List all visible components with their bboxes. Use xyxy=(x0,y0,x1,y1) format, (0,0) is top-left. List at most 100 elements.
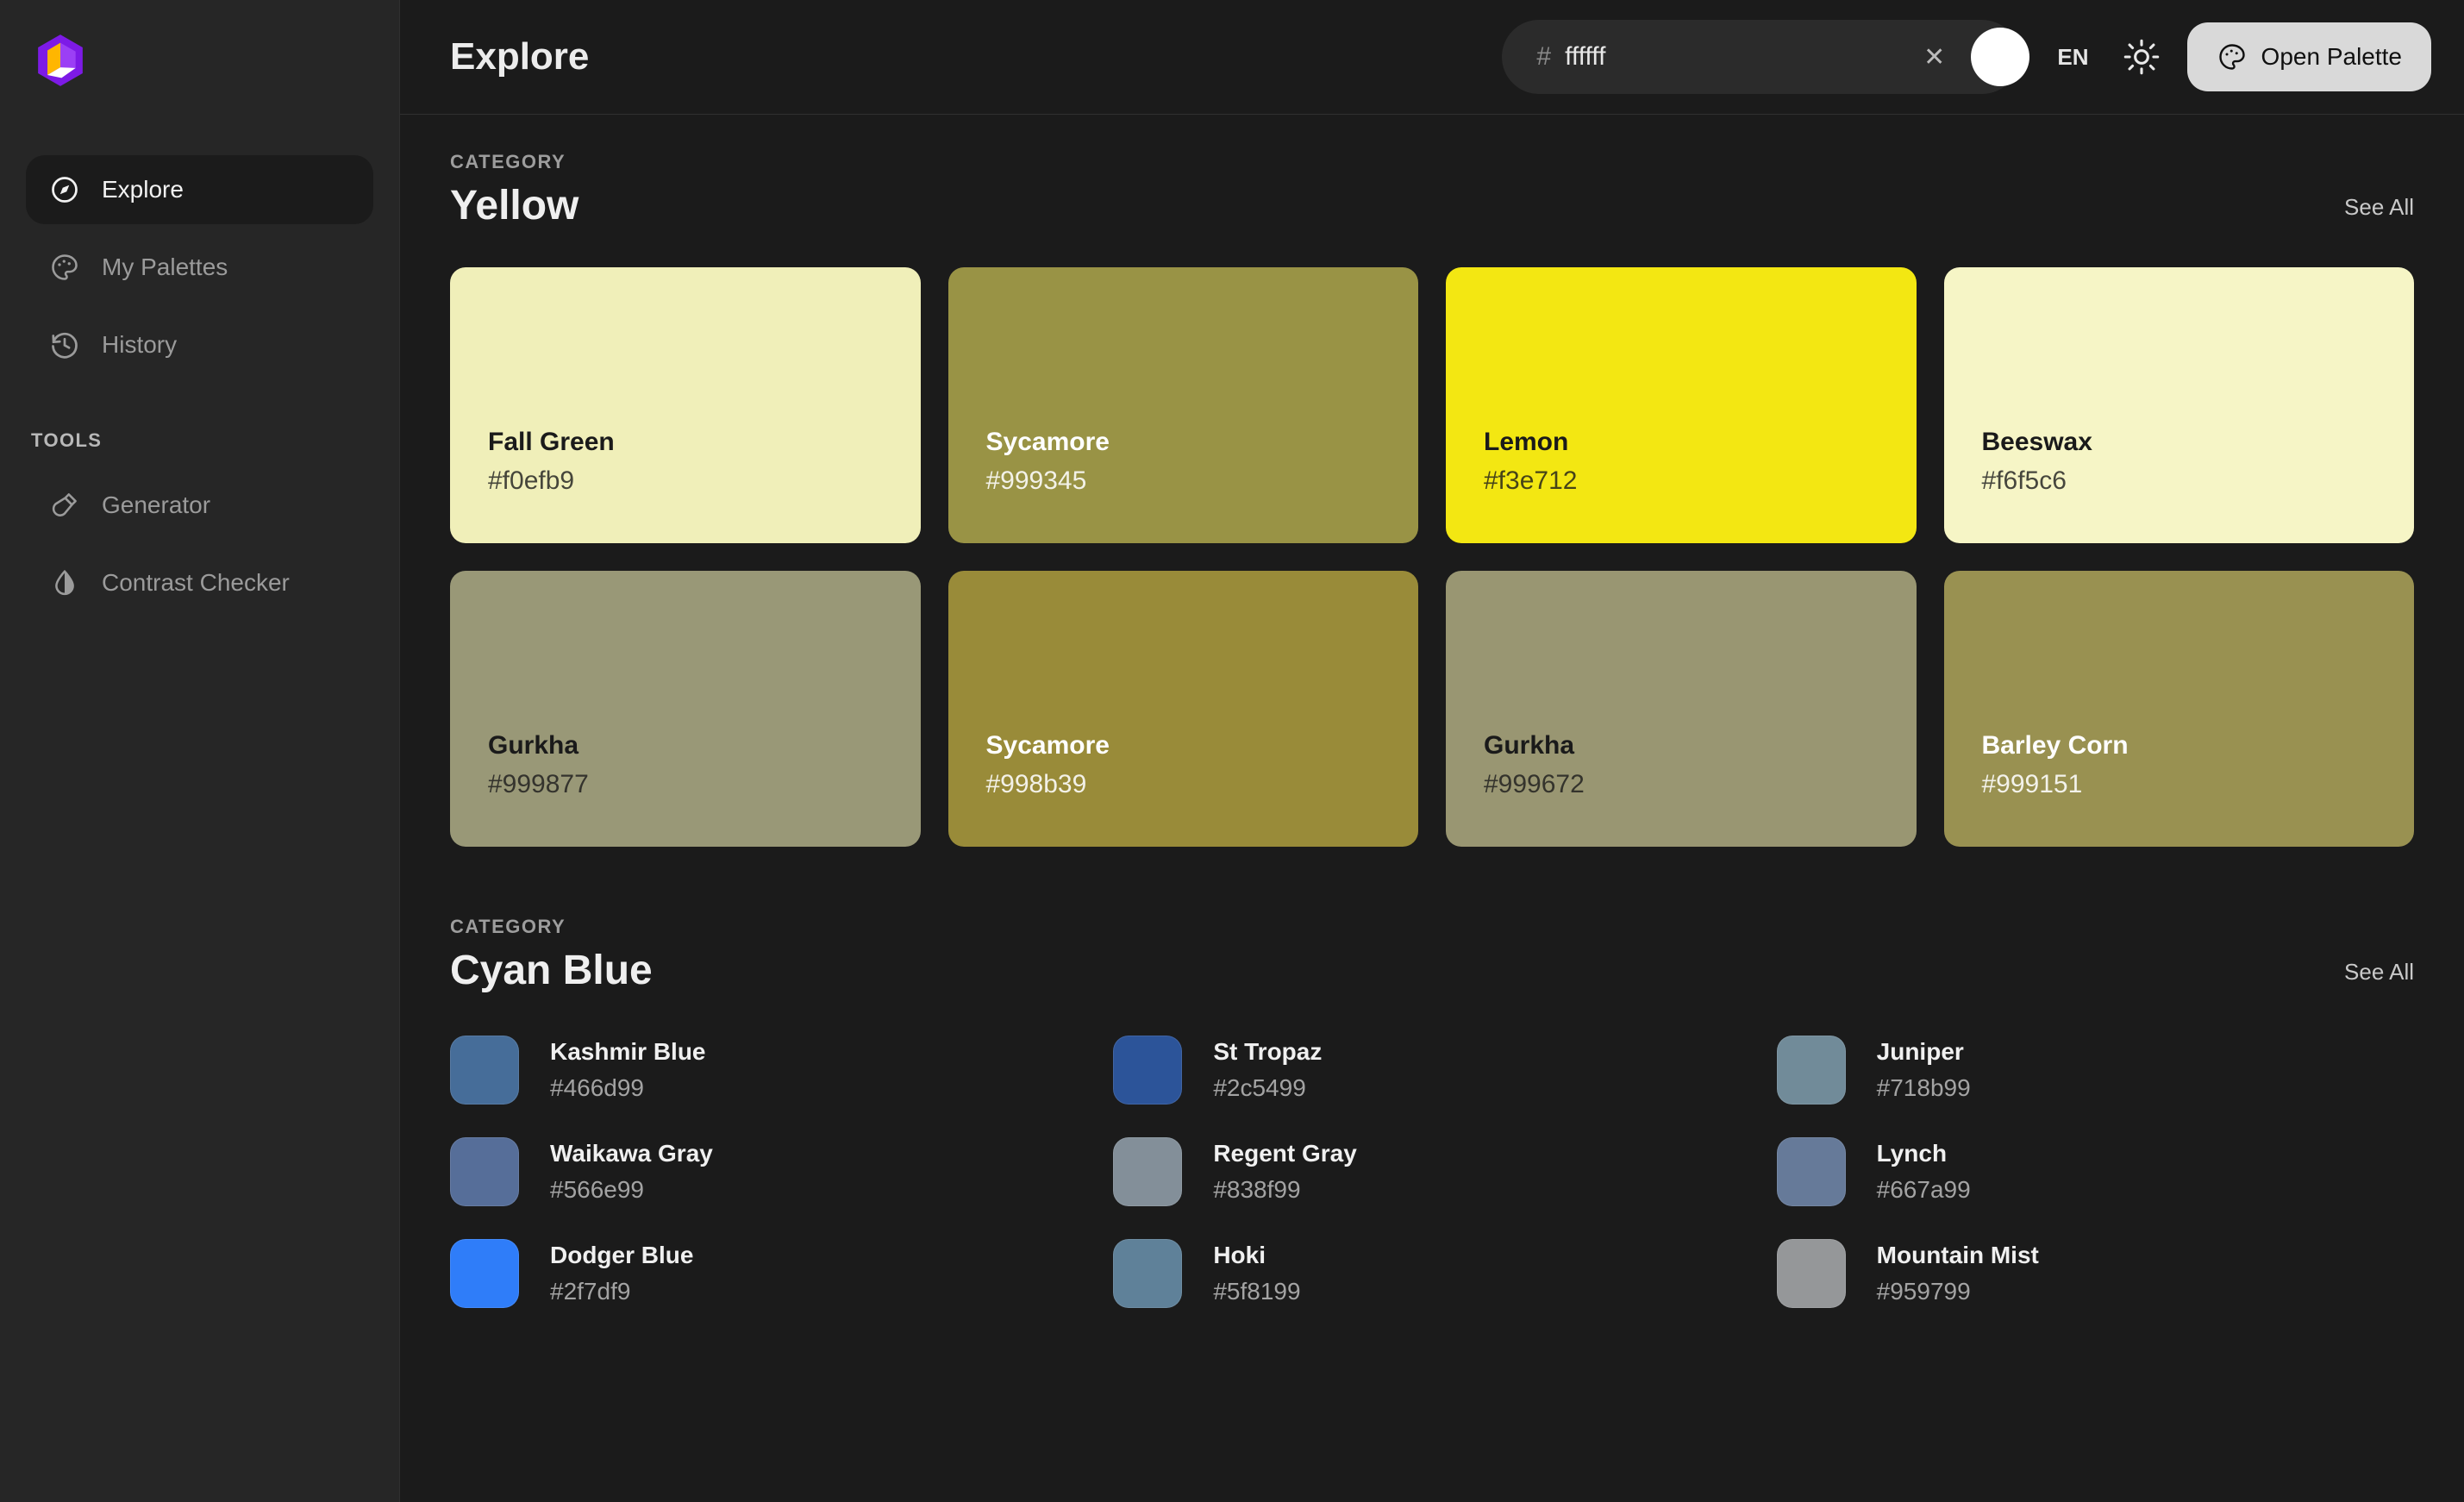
color-search-field[interactable]: # ✕ xyxy=(1502,20,2030,94)
color-card[interactable]: Lemon #f3e712 xyxy=(1446,267,1917,543)
main-content: Explore # ✕ EN xyxy=(400,0,2464,1502)
open-palette-button[interactable]: Open Palette xyxy=(2186,22,2431,91)
color-list-hex: #838f99 xyxy=(1213,1176,1301,1203)
primary-nav: Explore My Palettes History xyxy=(0,155,399,379)
color-card[interactable]: Gurkha #999877 xyxy=(450,571,921,847)
category-label: CATEGORY xyxy=(450,916,566,937)
color-swatch-preview[interactable] xyxy=(1971,28,2030,86)
sidebar-item-label: Generator xyxy=(102,491,211,518)
color-card[interactable]: Fall Green #f0efb9 xyxy=(450,267,921,543)
color-chip xyxy=(450,1137,519,1206)
color-list-item[interactable]: St Tropaz #2c5499 xyxy=(1113,1036,1750,1105)
color-list-item[interactable]: Kashmir Blue #466d99 xyxy=(450,1036,1087,1105)
color-card[interactable]: Barley Corn #999151 xyxy=(1943,571,2414,847)
color-card-hex: #f0efb9 xyxy=(488,466,575,495)
color-list-item[interactable]: Mountain Mist #959799 xyxy=(1776,1239,2414,1308)
color-list-hex: #566e99 xyxy=(550,1176,645,1203)
color-card[interactable]: Sycamore #999345 xyxy=(947,267,1418,543)
see-all-link[interactable]: See All xyxy=(2344,194,2414,229)
tools-section-label: TOOLS xyxy=(31,429,103,451)
logo-container[interactable] xyxy=(0,0,399,138)
category-name: Yellow xyxy=(450,183,579,228)
hash-prefix: # xyxy=(1536,42,1552,71)
color-card-hex: #f3e712 xyxy=(1484,466,1578,495)
color-card-hex: #f6f5c6 xyxy=(1981,466,2067,495)
color-chip xyxy=(1776,1239,1846,1308)
section-header: CATEGORY Cyan Blue See All xyxy=(450,916,2414,994)
color-card[interactable]: Gurkha #999672 xyxy=(1446,571,1917,847)
color-list-hex: #2f7df9 xyxy=(550,1278,631,1305)
color-list-text: Waikawa Gray #566e99 xyxy=(550,1140,713,1204)
color-list-name: Regent Gray xyxy=(1213,1140,1357,1167)
color-list-item[interactable]: Regent Gray #838f99 xyxy=(1113,1137,1750,1206)
color-list-text: St Tropaz #2c5499 xyxy=(1213,1038,1322,1102)
color-card-name: Sycamore xyxy=(985,428,1110,456)
color-card-name: Gurkha xyxy=(488,731,579,760)
section-yellow: CATEGORY Yellow See All Fall Green #f0efb… xyxy=(450,115,2414,847)
color-list-grid: Kashmir Blue #466d99 St Tropaz #2c5499 Junip… xyxy=(450,1036,2414,1308)
palette-icon xyxy=(48,251,81,284)
sidebar-item-label: History xyxy=(102,331,178,358)
color-list-hex: #5f8199 xyxy=(1213,1278,1301,1305)
color-list-name: St Tropaz xyxy=(1213,1038,1323,1065)
color-card-hex: #999672 xyxy=(1484,769,1585,798)
color-list-item[interactable]: Dodger Blue #2f7df9 xyxy=(450,1239,1087,1308)
color-list-name: Kashmir Blue xyxy=(550,1038,706,1065)
open-palette-label: Open Palette xyxy=(2261,43,2402,70)
brush-icon xyxy=(48,489,81,522)
color-card-hex: #999151 xyxy=(1981,769,2083,798)
color-card[interactable]: Sycamore #998b39 xyxy=(947,571,1418,847)
color-list-name: Waikawa Gray xyxy=(550,1140,713,1167)
sidebar-item-label: Contrast Checker xyxy=(102,569,290,596)
sidebar-item-label: My Palettes xyxy=(102,253,228,280)
color-chip xyxy=(1776,1137,1846,1206)
color-chip xyxy=(1113,1137,1183,1206)
color-chip xyxy=(1113,1239,1183,1308)
sidebar-item-generator[interactable]: Generator xyxy=(26,471,373,540)
sidebar-item-explore[interactable]: Explore xyxy=(26,155,373,224)
color-list-hex: #718b99 xyxy=(1876,1074,1971,1101)
color-list-name: Juniper xyxy=(1876,1038,1964,1065)
color-card-hex: #999877 xyxy=(488,769,589,798)
language-selector[interactable]: EN xyxy=(2035,44,2111,71)
color-card[interactable]: Beeswax #f6f5c6 xyxy=(1943,267,2414,543)
color-list-item[interactable]: Waikawa Gray #566e99 xyxy=(450,1137,1087,1206)
hex-color-input[interactable] xyxy=(1565,42,1898,72)
color-list-hex: #667a99 xyxy=(1876,1176,1971,1203)
color-chip xyxy=(450,1036,519,1105)
sidebar: Explore My Palettes History TOOLS Genera… xyxy=(0,0,400,1502)
color-list-hex: #2c5499 xyxy=(1213,1074,1306,1101)
color-card-name: Fall Green xyxy=(488,428,615,456)
color-list-text: Juniper #718b99 xyxy=(1877,1038,1971,1102)
color-list-text: Hoki #5f8199 xyxy=(1213,1242,1300,1305)
close-icon[interactable]: ✕ xyxy=(1911,42,1957,72)
see-all-link[interactable]: See All xyxy=(2344,959,2414,994)
color-list-item[interactable]: Juniper #718b99 xyxy=(1776,1036,2414,1105)
sidebar-item-label: Explore xyxy=(102,176,184,203)
app-root: Explore My Palettes History TOOLS Genera… xyxy=(0,0,2464,1502)
color-list-text: Kashmir Blue #466d99 xyxy=(550,1038,706,1102)
color-card-name: Barley Corn xyxy=(1981,731,2129,760)
sidebar-item-my-palettes[interactable]: My Palettes xyxy=(26,233,373,302)
color-list-text: Lynch #667a99 xyxy=(1877,1140,1971,1204)
palette-icon xyxy=(2218,44,2245,70)
top-bar: Explore # ✕ EN xyxy=(400,0,2464,115)
color-list-text: Mountain Mist #959799 xyxy=(1877,1242,2039,1305)
cube-logo-icon xyxy=(38,34,83,86)
color-chip xyxy=(450,1239,519,1308)
sidebar-item-contrast-checker[interactable]: Contrast Checker xyxy=(26,548,373,617)
color-card-name: Lemon xyxy=(1484,428,1569,456)
section-header: CATEGORY Yellow See All xyxy=(450,151,2414,229)
color-list-item[interactable]: Hoki #5f8199 xyxy=(1113,1239,1750,1308)
color-list-item[interactable]: Lynch #667a99 xyxy=(1776,1137,2414,1206)
sidebar-item-history[interactable]: History xyxy=(26,310,373,379)
sections-container: CATEGORY Yellow See All Fall Green #f0efb… xyxy=(400,115,2464,1308)
contrast-droplet-icon xyxy=(48,566,81,599)
color-card-grid: Fall Green #f0efb9 Sycamore #999345 Lemon #f3… xyxy=(450,267,2414,847)
category-name: Cyan Blue xyxy=(450,948,653,993)
page-title: Explore xyxy=(450,35,590,78)
color-list-name: Lynch xyxy=(1876,1140,1948,1167)
theme-toggle-button[interactable] xyxy=(2111,27,2172,87)
color-list-name: Dodger Blue xyxy=(550,1242,694,1268)
color-card-name: Gurkha xyxy=(1484,731,1575,760)
